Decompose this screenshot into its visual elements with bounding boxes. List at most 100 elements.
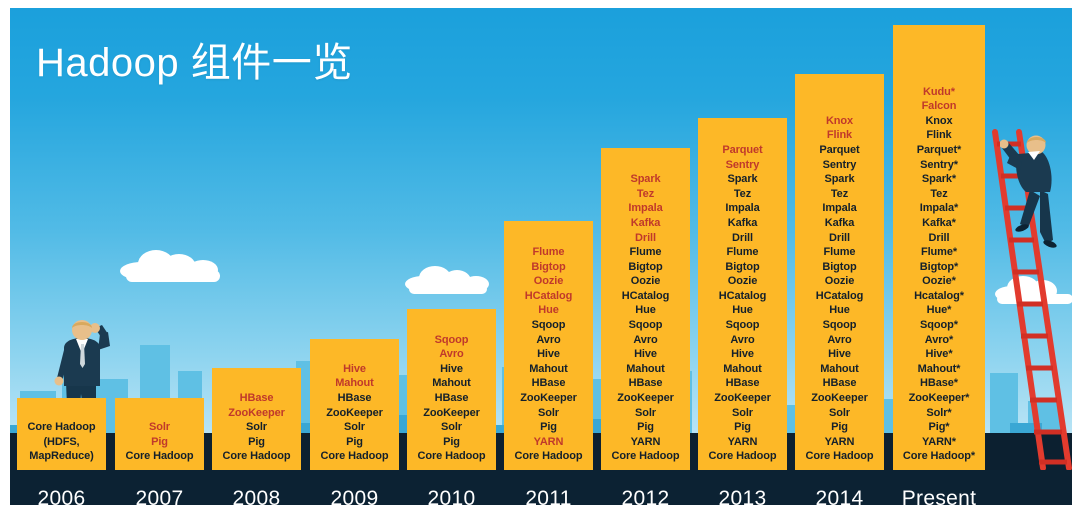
component-label: Parquet* xyxy=(916,143,962,156)
bar-2009[interactable]: Hive Mahout HBase ZooKeeper Solr Pig Core Hado… xyxy=(310,339,399,470)
component-label: HBase xyxy=(239,392,274,405)
column-2010[interactable]: Sqoop Avro Hive Mahout HBase ZooKeeper Solr Pig… xyxy=(407,46,496,510)
component-label: Hive xyxy=(343,362,366,375)
column-2011[interactable]: Flume Bigtop Oozie HCatalog Hue Sqoop Avro Hive… xyxy=(504,46,593,510)
component-label: Hive xyxy=(828,348,851,361)
bar-2006[interactable]: Core Hadoop (HDFS, MapReduce) xyxy=(17,398,106,470)
component-label: Mahout* xyxy=(917,362,961,375)
column-present[interactable]: Kudu* Falcon Knox Flink Parquet* Sentry* Spark… xyxy=(893,25,985,510)
component-label: (HDFS, xyxy=(43,435,80,448)
component-label: Core Hadoop xyxy=(805,450,874,463)
bar-present[interactable]: Kudu* Falcon Knox Flink Parquet* Sentry* Spark… xyxy=(893,25,985,470)
column-2008[interactable]: HBase ZooKeeper Solr Pig Core Hadoop 2008 xyxy=(212,46,301,510)
bar-2010[interactable]: Sqoop Avro Hive Mahout HBase ZooKeeper Solr Pig… xyxy=(407,309,496,470)
component-label: Mahout xyxy=(529,362,568,375)
component-label: Sqoop* xyxy=(920,319,958,332)
bar-2011[interactable]: Flume Bigtop Oozie HCatalog Hue Sqoop Avro Hive… xyxy=(504,221,593,470)
component-label: Pig xyxy=(151,435,168,448)
component-label: ZooKeeper xyxy=(326,406,383,419)
component-label: Spark xyxy=(824,173,855,186)
component-label: Mahout xyxy=(820,362,859,375)
component-label: ZooKeeper xyxy=(228,406,285,419)
bar-2013[interactable]: Parquet Sentry Spark Tez Impala Kafka Drill Flu… xyxy=(698,118,787,470)
component-label: Avro xyxy=(730,333,755,346)
component-label: Pig xyxy=(540,421,557,434)
component-label: Kudu* xyxy=(923,85,955,98)
component-label: Drill xyxy=(928,231,950,244)
component-label: ZooKeeper xyxy=(617,392,674,405)
component-label: Knox xyxy=(825,114,854,127)
component-label: Sqoop xyxy=(628,319,663,332)
component-label: Pig* xyxy=(928,421,950,434)
component-label: Tez xyxy=(930,187,948,200)
component-label: Drill xyxy=(829,231,850,244)
column-2006[interactable]: Core Hadoop (HDFS, MapReduce) 2006 xyxy=(17,46,106,510)
component-label: Flume xyxy=(726,246,759,259)
component-label: HCatalog xyxy=(718,289,767,302)
component-label: Sqoop xyxy=(531,319,566,332)
component-label: Mahout xyxy=(335,377,374,390)
component-label: Solr xyxy=(441,421,462,434)
component-label: Solr xyxy=(344,421,365,434)
column-2012[interactable]: Spark Tez Impala Kafka Drill Flume Bigtop Oozie… xyxy=(601,46,690,510)
year-label-2008: 2008 xyxy=(232,487,281,510)
component-label: HBase xyxy=(725,377,760,390)
bar-2014[interactable]: Knox Flink Parquet Sentry Spark Tez Impala Kafk… xyxy=(795,74,884,470)
component-label: Flume xyxy=(532,246,565,259)
component-label: Hcatalog* xyxy=(914,289,964,302)
component-label: Oozie xyxy=(727,275,758,288)
component-label: Bigtop xyxy=(531,260,566,273)
component-label: Core Hadoop xyxy=(222,450,291,463)
component-label: Kafka xyxy=(824,216,855,229)
bar-2008[interactable]: HBase ZooKeeper Solr Pig Core Hadoop xyxy=(212,368,301,470)
year-label-2010: 2010 xyxy=(427,487,476,510)
component-label: Spark xyxy=(727,173,758,186)
component-label: Mahout xyxy=(723,362,762,375)
component-label: HBase xyxy=(434,392,469,405)
page-title: Hadoop 组件一览 xyxy=(36,41,353,85)
component-label: Impala xyxy=(822,202,857,215)
component-label: Spark xyxy=(630,173,661,186)
component-label: YARN xyxy=(824,435,855,448)
component-label: Impala* xyxy=(919,202,959,215)
component-label: Sentry xyxy=(725,158,760,171)
component-label: Bigtop xyxy=(725,260,760,273)
component-label: HBase xyxy=(822,377,857,390)
bar-2012[interactable]: Spark Tez Impala Kafka Drill Flume Bigtop Oozie… xyxy=(601,148,690,470)
year-label-2006: 2006 xyxy=(37,487,86,510)
column-2014[interactable]: Knox Flink Parquet Sentry Spark Tez Impala Kafk… xyxy=(795,46,884,510)
component-label: ZooKeeper xyxy=(423,406,480,419)
component-label: Sqoop xyxy=(725,319,760,332)
component-label: Pig xyxy=(346,435,363,448)
component-label: MapReduce) xyxy=(29,450,94,463)
component-label: Knox xyxy=(925,114,953,127)
bar-2007[interactable]: Solr Pig Core Hadoop xyxy=(115,398,204,470)
component-label: Flink xyxy=(826,129,853,142)
column-2013[interactable]: Parquet Sentry Spark Tez Impala Kafka Drill Flu… xyxy=(698,46,787,510)
component-label: HCatalog xyxy=(621,289,670,302)
component-label: Pig xyxy=(734,421,751,434)
component-label: Bigtop xyxy=(822,260,857,273)
column-2007[interactable]: Solr Pig Core Hadoop 2007 xyxy=(115,46,204,510)
component-label: Mahout xyxy=(626,362,665,375)
component-label: Falcon xyxy=(921,100,957,113)
component-label: Core Hadoop xyxy=(320,450,389,463)
component-label: Pig xyxy=(443,435,460,448)
year-label-2014: 2014 xyxy=(815,487,864,510)
component-label: ZooKeeper xyxy=(714,392,771,405)
component-label: Impala xyxy=(628,202,663,215)
component-label: Drill xyxy=(732,231,753,244)
component-label: Kafka xyxy=(727,216,758,229)
component-label: Hive* xyxy=(925,348,953,361)
component-label: Parquet xyxy=(722,143,763,156)
component-label: Core Hadoop xyxy=(125,450,194,463)
component-label: Avro xyxy=(633,333,658,346)
component-label: Flink xyxy=(926,129,952,142)
component-label: Core Hadoop* xyxy=(902,450,976,463)
component-label: Solr xyxy=(635,406,656,419)
component-label: Sentry xyxy=(822,158,857,171)
column-2009[interactable]: Hive Mahout HBase ZooKeeper Solr Pig Core Hado… xyxy=(310,46,399,510)
component-label: Core Hadoop xyxy=(514,450,583,463)
component-label: Flume xyxy=(629,246,662,259)
slide-canvas: Core Hadoop (HDFS, MapReduce) 2006 Solr Pig… xyxy=(0,0,1080,516)
